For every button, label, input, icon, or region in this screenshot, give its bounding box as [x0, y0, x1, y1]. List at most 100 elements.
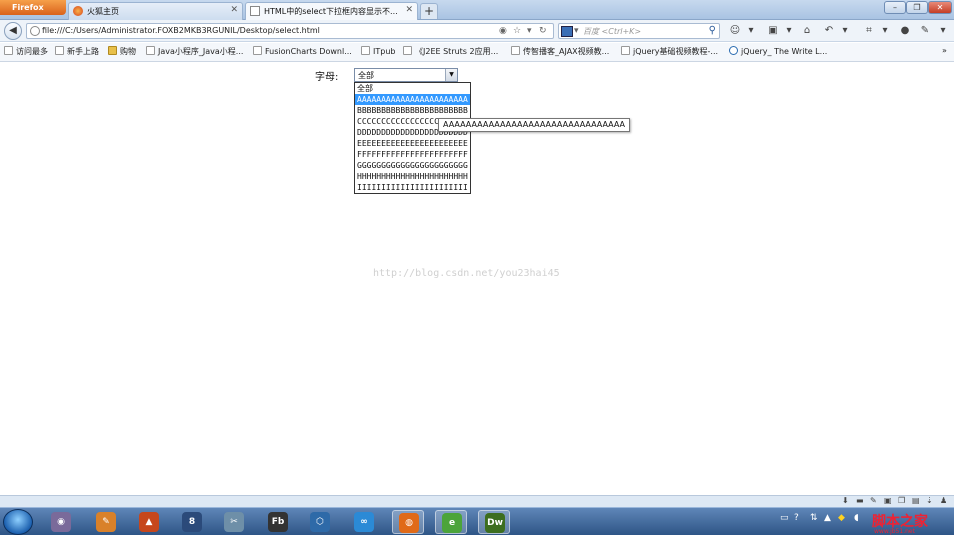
taskbar-app-tool[interactable]: ✂ — [218, 510, 250, 534]
chevron-down-icon[interactable]: ▾ — [782, 24, 796, 38]
taskbar-app-paint[interactable]: ✎ — [90, 510, 122, 534]
bookmark-item[interactable]: 购物 — [108, 46, 136, 57]
tab-label: HTML中的select下拉框内容显示不... — [264, 7, 398, 16]
window-icon[interactable]: ▣ — [884, 496, 892, 505]
flash-builder-icon: Fb — [268, 512, 288, 532]
bookmarks-toolbar: 访问最多 新手上路 购物 Java小程序_Java小程... FusionCha… — [0, 43, 954, 62]
bookmark-item[interactable]: 《J2EE Struts 2应用... — [403, 46, 498, 57]
taskbar-app-browser2[interactable]: e — [435, 510, 467, 534]
letter-select[interactable]: 全部 ▼ — [354, 68, 458, 82]
taskbar-app-messenger[interactable]: ∞ — [348, 510, 380, 534]
taskbar-app-eclipse[interactable]: 8 — [176, 510, 208, 534]
firefox-icon — [73, 6, 83, 16]
taskbar-app-matlab[interactable]: ▲ — [133, 510, 165, 534]
volume-icon[interactable]: ◖ — [854, 513, 859, 523]
tab-firefox-home[interactable]: 火狐主页 ✕ — [68, 2, 243, 20]
taskbar-app-opera[interactable]: ◉ — [45, 510, 77, 534]
bookmark-label: FusionCharts Downl... — [265, 47, 352, 56]
bookmark-item[interactable]: jQuery_ The Write L... — [729, 46, 827, 56]
feed-icon[interactable]: ◉ — [499, 26, 507, 36]
back-button[interactable]: ◀ — [4, 22, 22, 40]
select-option[interactable]: EEEEEEEEEEEEEEEEEEEEEEE — [355, 138, 470, 149]
matlab-icon: ▲ — [139, 512, 159, 532]
chevron-down-icon[interactable]: ▾ — [744, 24, 758, 38]
close-window-button[interactable]: ✕ — [928, 1, 952, 14]
bookmark-label: 传智播客_AJAX视频教... — [523, 47, 610, 56]
bookmark-item[interactable]: FusionCharts Downl... — [253, 46, 352, 56]
navigation-bar: ◀ file:///C:/Users/Administrator.FOXB2MK… — [0, 20, 954, 42]
search-bar[interactable]: ▾ 百度 <Ctrl+K> ⚲ — [558, 23, 720, 39]
window-icon[interactable]: ▣ — [766, 24, 780, 38]
select-option[interactable]: FFFFFFFFFFFFFFFFFFFFFFF — [355, 149, 470, 160]
select-option[interactable]: GGGGGGGGGGGGGGGGGGGGGGG — [355, 160, 470, 171]
dropdown-arrow-icon[interactable]: ▾ — [527, 26, 532, 36]
pen-icon[interactable]: ✎ — [918, 24, 932, 38]
keyboard-icon[interactable]: ▭ — [780, 513, 789, 523]
hat-icon[interactable]: ▬ — [856, 496, 864, 505]
security-icon[interactable]: ◆ — [838, 513, 845, 523]
select-option[interactable]: 全部 — [355, 83, 470, 94]
address-bar[interactable]: file:///C:/Users/Administrator.FOXB2MKB3… — [26, 23, 554, 39]
taskbar-app-dreamweaver[interactable]: Dw — [478, 510, 510, 534]
undo-icon[interactable]: ↶ — [822, 24, 836, 38]
dreamweaver-icon: Dw — [485, 513, 505, 533]
select-option-highlighted[interactable]: AAAAAAAAAAAAAAAAAAAAAAA — [355, 94, 470, 105]
chat-icon[interactable]: ● — [898, 24, 912, 38]
taskbar-app-firefox[interactable]: ◍ — [392, 510, 424, 534]
page-icon — [361, 46, 370, 55]
copy-icon[interactable]: ❐ — [898, 496, 905, 505]
minimize-button[interactable]: – — [884, 1, 906, 14]
bookmark-item[interactable]: 传智播客_AJAX视频教... — [511, 46, 609, 57]
bookmarks-overflow-icon[interactable]: » — [942, 46, 947, 55]
tools-icon[interactable]: ✎ — [870, 496, 877, 505]
bookmark-label: 《J2EE Struts 2应用... — [415, 47, 499, 56]
page-icon — [250, 6, 260, 16]
select-dropdown-list: 全部 AAAAAAAAAAAAAAAAAAAAAAA BBBBBBBBBBBBB… — [354, 82, 471, 194]
taskbar-app-flash-builder[interactable]: Fb — [262, 510, 294, 534]
help-icon[interactable]: ? — [794, 513, 799, 523]
close-tab-icon[interactable]: ✕ — [230, 5, 238, 15]
windows-taskbar: ◉ ✎ ▲ 8 ✂ Fb ⬡ ∞ ◍ e Dw ▭ ? ⇅ ▲ ◆ ◖ 脚本之家 www.jb51.… — [0, 507, 954, 535]
network-icon[interactable]: ⇅ — [810, 513, 818, 523]
star-icon[interactable]: ☆ — [513, 26, 521, 36]
select-option[interactable]: BBBBBBBBBBBBBBBBBBBBBBB — [355, 105, 470, 116]
chevron-down-icon[interactable]: ▾ — [838, 24, 852, 38]
new-tab-button[interactable]: + — [420, 3, 438, 19]
firefox-menu-button[interactable]: Firefox — [0, 0, 66, 15]
crop-icon[interactable]: ⌗ — [862, 24, 876, 38]
search-icon[interactable]: ⚲ — [709, 25, 716, 36]
bookmark-item[interactable]: Java小程序_Java小程... — [146, 46, 243, 57]
chevron-up-icon[interactable]: ▲ — [824, 513, 831, 523]
select-value: 全部 — [358, 71, 374, 80]
search-engine-icon[interactable] — [561, 26, 573, 37]
bookmark-label: 购物 — [120, 47, 136, 56]
bookmark-item[interactable]: ITpub — [361, 46, 395, 56]
start-button[interactable] — [3, 509, 33, 535]
addon-icon[interactable]: ☺ — [728, 24, 742, 38]
select-option[interactable]: IIIIIIIIIIIIIIIIIIIIIII — [355, 182, 470, 193]
bookmark-item[interactable]: jQuery基础视频教程-... — [621, 46, 718, 57]
restore-button[interactable]: ❐ — [906, 1, 928, 14]
close-tab-icon[interactable]: ✕ — [405, 5, 413, 15]
back-arrow-icon: ◀ — [9, 25, 17, 36]
title-bar: Firefox 火狐主页 ✕ HTML中的select下拉框内容显示不... ✕… — [0, 0, 954, 20]
print-icon[interactable]: ▤ — [912, 496, 920, 505]
page-icon — [403, 46, 412, 55]
menu-arrow-icon[interactable]: ▾ — [936, 24, 950, 38]
bookmark-item[interactable]: 新手上路 — [55, 46, 99, 57]
bookmark-item[interactable]: 访问最多 — [4, 46, 48, 57]
download-icon[interactable]: ⬇ — [842, 496, 849, 505]
taskbar-app-virtualbox[interactable]: ⬡ — [304, 510, 336, 534]
user-icon[interactable]: ♟ — [940, 496, 947, 505]
chevron-down-icon[interactable]: ▼ — [445, 69, 457, 81]
home-icon[interactable]: ⌂ — [800, 24, 814, 38]
reload-icon[interactable]: ↻ — [539, 26, 547, 36]
system-tray: ▭ ? ⇅ ▲ ◆ ◖ — [776, 513, 876, 531]
pin-icon[interactable]: ⇣ — [926, 496, 933, 505]
chevron-down-icon[interactable]: ▾ — [574, 26, 579, 36]
select-option[interactable]: HHHHHHHHHHHHHHHHHHHHHHH — [355, 171, 470, 182]
search-input[interactable]: 百度 <Ctrl+K> — [583, 26, 641, 37]
chevron-down-icon[interactable]: ▾ — [878, 24, 892, 38]
tab-select-html[interactable]: HTML中的select下拉框内容显示不... ✕ — [245, 2, 418, 20]
blog-watermark: http://blog.csdn.net/you23hai45 — [373, 268, 560, 279]
